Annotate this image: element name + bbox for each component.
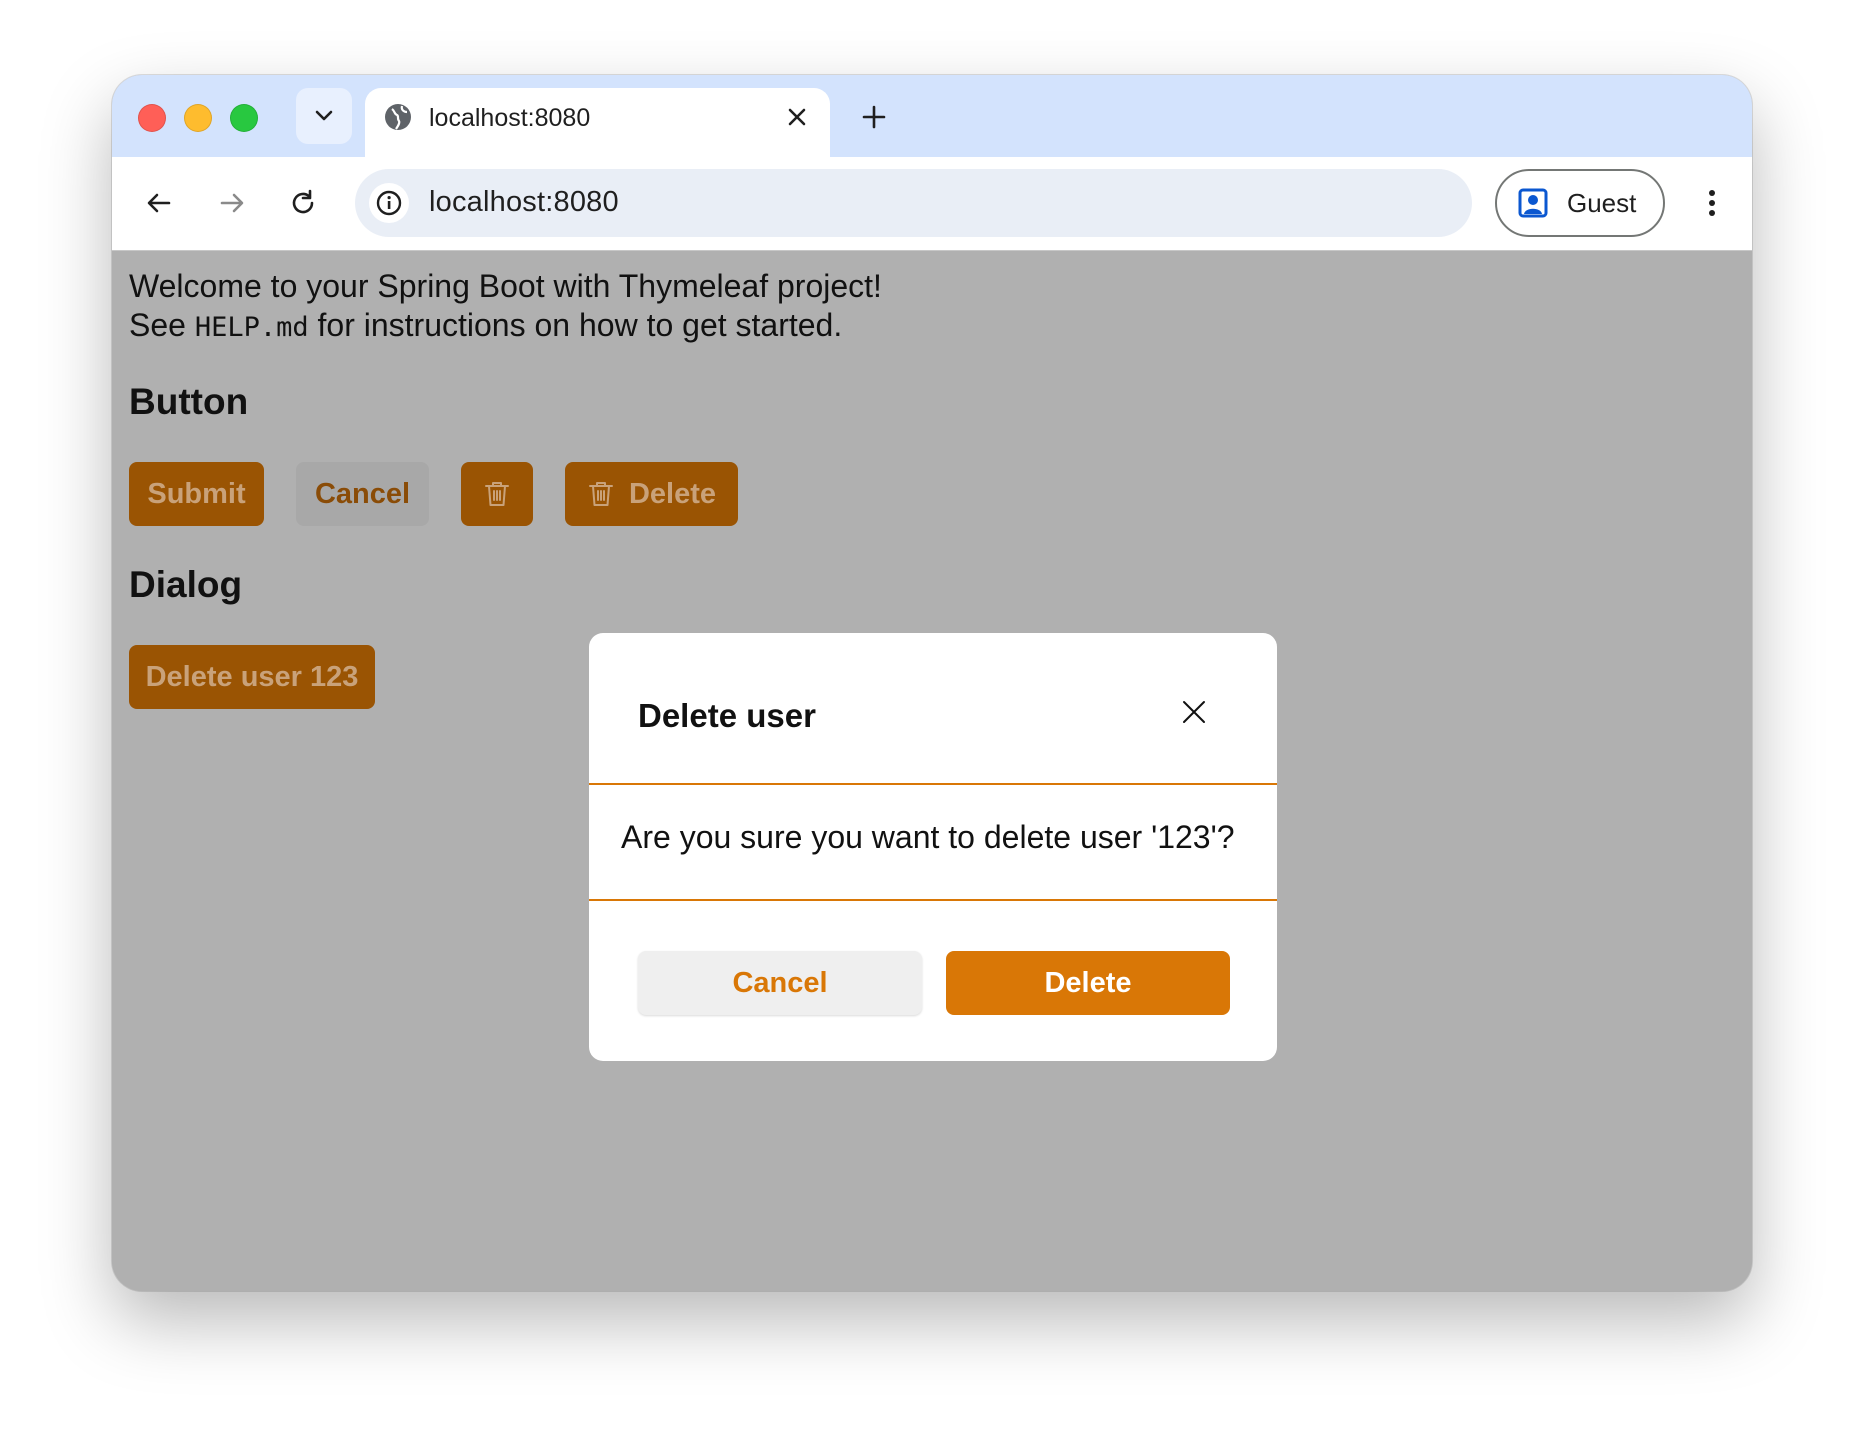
- help-file-name: HELP.md: [194, 312, 309, 343]
- cancel-button[interactable]: Cancel: [296, 462, 429, 526]
- intro-line-1: Welcome to your Spring Boot with Thymele…: [129, 268, 882, 304]
- profile-button[interactable]: Guest: [1495, 169, 1665, 237]
- new-tab-icon[interactable]: [854, 97, 894, 137]
- globe-icon: [385, 104, 411, 130]
- info-icon: [376, 190, 402, 216]
- dialog-title: Delete user: [638, 697, 816, 734]
- tab-bar: localhost:8080: [112, 75, 1752, 157]
- intro-line-2: See HELP.md for instructions on how to g…: [129, 307, 843, 343]
- more-vertical-icon: [1709, 190, 1715, 216]
- minimize-window-button[interactable]: [184, 104, 212, 132]
- browser-tab[interactable]: localhost:8080: [365, 88, 830, 157]
- back-button[interactable]: [136, 180, 182, 226]
- browser-menu-button[interactable]: [1692, 180, 1732, 226]
- arrow-right-icon: [220, 193, 244, 213]
- chevron-down-icon: [315, 110, 333, 121]
- person-icon: [1518, 188, 1548, 218]
- address-bar[interactable]: localhost:8080: [355, 169, 1472, 237]
- dialog-cancel-button[interactable]: Cancel: [638, 951, 922, 1015]
- submit-button[interactable]: Submit: [129, 462, 264, 526]
- open-delete-dialog-button[interactable]: Delete user 123: [129, 645, 375, 709]
- close-icon[interactable]: [1179, 697, 1209, 727]
- arrow-left-icon: [147, 193, 171, 213]
- close-tab-icon[interactable]: [782, 102, 812, 132]
- maximize-window-button[interactable]: [230, 104, 258, 132]
- browser-window: localhost:8080 localhost:8080 Guest Welc…: [112, 75, 1752, 1291]
- page-content: Welcome to your Spring Boot with Thymele…: [112, 251, 1752, 1291]
- dialog-footer-divider: [589, 899, 1277, 901]
- dialog-header-divider: [589, 783, 1277, 785]
- intro-text: Welcome to your Spring Boot with Thymele…: [129, 267, 882, 347]
- button-section-heading: Button: [129, 381, 249, 422]
- browser-toolbar: localhost:8080 Guest: [112, 157, 1752, 251]
- trash-icon: [485, 482, 509, 506]
- profile-label: Guest: [1567, 188, 1637, 218]
- reload-icon: [292, 189, 314, 214]
- delete-user-dialog: Delete user Are you sure you want to del…: [589, 633, 1277, 1061]
- dialog-section-heading: Dialog: [129, 564, 243, 605]
- trash-icon-button[interactable]: [461, 462, 533, 526]
- dialog-message: Are you sure you want to delete user '12…: [621, 819, 1235, 855]
- trash-icon: [588, 482, 613, 506]
- delete-button[interactable]: Delete: [565, 462, 738, 526]
- site-info-button[interactable]: [369, 183, 409, 223]
- close-window-button[interactable]: [138, 104, 166, 132]
- url-text: localhost:8080: [429, 186, 619, 218]
- tab-title: localhost:8080: [429, 104, 591, 132]
- forward-button[interactable]: [209, 180, 255, 226]
- dialog-delete-button[interactable]: Delete: [946, 951, 1230, 1015]
- reload-button[interactable]: [280, 180, 326, 226]
- tab-search-button[interactable]: [296, 88, 352, 144]
